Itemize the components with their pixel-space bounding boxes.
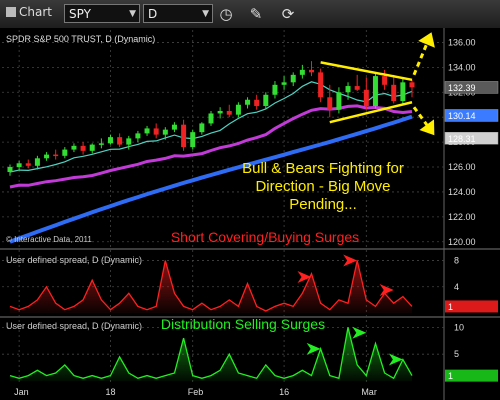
candle-body (126, 138, 132, 145)
candle-body (135, 133, 141, 139)
y-tick-label: 126.00 (448, 162, 476, 172)
candle-body (235, 104, 241, 115)
y-tick-label: 122.00 (448, 212, 476, 222)
dropdown-icon[interactable]: ▼ (129, 5, 136, 24)
candle-body (98, 143, 104, 145)
x-tick-label: 16 (279, 387, 289, 397)
candle-body (80, 145, 86, 151)
symbol-input[interactable]: SPY ▼ (64, 4, 140, 23)
candle-body (327, 97, 333, 110)
candle-body (400, 82, 406, 102)
candle-body (144, 128, 150, 134)
symbol-value: SPY (69, 7, 91, 21)
price-label: 132.39 (448, 83, 476, 93)
candle-body (290, 74, 296, 83)
candle-body (71, 145, 77, 150)
candle-body (62, 149, 68, 156)
candle-body (318, 72, 324, 98)
interval-value: D (148, 7, 158, 21)
bull-bear-annotation: Bull & Bears Fighting for Direction - Bi… (218, 160, 428, 214)
annotation-line-3: Pending... (289, 196, 357, 213)
candle-body (245, 99, 251, 105)
annotation-line-2: Direction - Big Move (255, 178, 391, 195)
x-tick-label: Mar (361, 387, 377, 397)
y-tick-label: 4 (454, 282, 459, 292)
candle-body (34, 158, 40, 166)
candle-body (263, 94, 269, 106)
candle-body (25, 163, 31, 166)
y-tick-label: 10 (454, 322, 464, 332)
interval-select[interactable]: D ▼ (143, 4, 213, 23)
y-tick-label: 120.00 (448, 237, 476, 247)
candle-body (190, 132, 196, 148)
candle-body (153, 128, 159, 135)
last-value-label: 1 (448, 302, 453, 312)
copyright-label: © Interactive Data, 2011 (6, 235, 92, 244)
annotation-line-1: Bull & Bears Fighting for (242, 160, 404, 177)
candle-body (391, 84, 397, 102)
candle-body (272, 84, 278, 95)
window-title: Chart (6, 5, 52, 19)
price-label: 128.31 (448, 134, 476, 144)
spread2-title: User defined spread, D (Dynamic) (6, 321, 142, 331)
candle-body (162, 129, 168, 135)
y-tick-label: 8 (454, 256, 459, 266)
chart-icon (6, 7, 16, 17)
candle-body (217, 110, 223, 114)
candle-body (108, 137, 113, 144)
y-tick-label: 124.00 (448, 187, 476, 197)
candle-body (171, 124, 177, 130)
spread1-title: User defined spread, D (Dynamic) (6, 255, 142, 265)
candle-body (299, 69, 305, 75)
chart-svg: 136.00134.00132.00130.00128.00126.00124.… (0, 28, 500, 400)
candle-body (254, 99, 260, 106)
candle-body (309, 69, 314, 73)
candle-body (44, 154, 50, 159)
y-tick-label: 134.00 (448, 62, 476, 72)
x-tick-label: 18 (106, 387, 116, 397)
price-label: 130.14 (448, 111, 476, 121)
candle-body (382, 76, 388, 85)
candle-body (345, 86, 351, 93)
candle-body (409, 82, 415, 88)
candle-body (117, 137, 123, 145)
short-covering-annotation: Short Covering/Buying Surges (170, 229, 360, 245)
last-value-label: 1 (448, 371, 453, 381)
clock-icon[interactable]: ◷ (216, 4, 236, 24)
candle-body (89, 144, 95, 151)
candle-body (16, 163, 22, 168)
y-tick-label: 136.00 (448, 37, 476, 47)
main-chart-title: SPDR S&P 500 TRUST, D (Dynamic) (6, 34, 155, 44)
distribution-annotation: Distribution Selling Surges (160, 316, 326, 332)
candle-body (53, 154, 59, 157)
pencil-icon[interactable]: ✎ (246, 4, 266, 24)
candle-body (281, 82, 287, 85)
toolbar: Chart SPY ▼ D ▼ ◷ ✎ ⟳ (0, 0, 500, 29)
x-tick-label: Feb (188, 387, 204, 397)
candle-body (372, 76, 378, 106)
candle-body (208, 113, 214, 124)
candle-body (181, 124, 187, 148)
candle-body (354, 86, 360, 90)
y-tick-label: 5 (454, 349, 459, 359)
refresh-icon[interactable]: ⟳ (278, 4, 298, 24)
candle-body (336, 92, 342, 110)
dropdown-icon[interactable]: ▼ (202, 5, 209, 24)
candle-body (7, 167, 13, 173)
candle-body (226, 110, 232, 115)
window-title-label: Chart (19, 5, 52, 19)
chart-background (0, 28, 500, 400)
candle-body (363, 89, 369, 106)
candle-body (199, 123, 205, 133)
x-tick-label: Jan (14, 387, 29, 397)
